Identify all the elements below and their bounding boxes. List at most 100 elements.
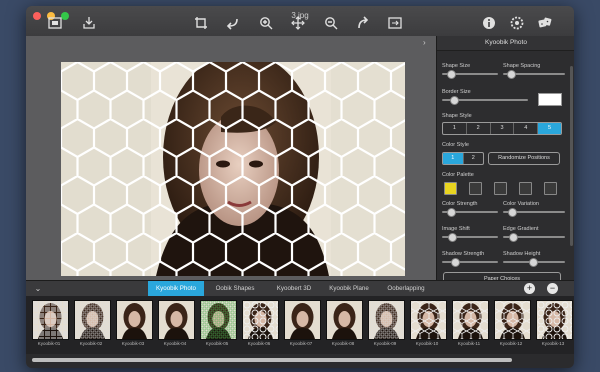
preset-thumbnail-label: Kyoobik-13 [541,341,565,346]
add-preset-button[interactable]: + [524,283,535,294]
preset-thumbnail-label: Kyoobik-07 [289,341,313,346]
slider-knob[interactable] [447,70,456,79]
border-size-slider[interactable] [442,96,528,105]
edge-gradient-slider[interactable] [503,233,565,242]
preset-thumbnail-label: Kyoobik-09 [373,341,397,346]
image-shift-label: Image Shift [442,226,470,232]
strip-scrollbar-thumb[interactable] [32,358,512,362]
palette-swatch[interactable] [444,182,457,195]
redo-icon[interactable] [356,16,370,30]
shape-style-option[interactable]: 2 [467,123,491,134]
slider-knob[interactable] [450,96,459,105]
image-shift-slider[interactable] [442,233,498,242]
preset-thumbnail[interactable] [284,300,321,340]
preset-thumbnail[interactable] [74,300,111,340]
preset-thumbnail-label: Kyoobik-06 [247,341,271,346]
preset-thumbnail[interactable] [326,300,363,340]
preset-thumbnail-label: Kyoobik-05 [205,341,229,346]
slider-knob[interactable] [508,208,517,217]
preset-thumbnail[interactable] [410,300,447,340]
shadow-height-slider[interactable] [503,258,565,267]
color-style-option[interactable]: 2 [464,153,484,164]
palette-swatch[interactable] [469,182,482,195]
color-variation-label: Color Variation [503,201,539,207]
preset-thumbnail[interactable] [536,300,573,340]
shape-size-slider[interactable] [442,70,498,79]
slider-knob[interactable] [529,258,538,267]
settings-icon[interactable] [510,16,524,30]
shape-style-option[interactable]: 1 [443,123,467,134]
shape-style-option-selected[interactable]: 5 [538,123,561,134]
shape-spacing-slider[interactable] [503,70,565,79]
shadow-strength-slider[interactable] [442,258,498,267]
color-strength-slider[interactable] [442,208,498,217]
fit-view-icon[interactable] [388,16,402,30]
shape-style-option[interactable]: 4 [514,123,539,134]
preset-thumbnail-label: Kyoobik-01 [37,341,61,346]
preset-thumbnail[interactable] [158,300,195,340]
preset-thumbnail-label: Kyoobik-10 [415,341,439,346]
randomize-positions-button[interactable]: Randomize Positions [488,152,560,165]
preview-image[interactable] [61,62,405,276]
preset-tabs-bar: ⌄ Kyoobik Photo Oobik Shapes Kyoobert 3D… [26,280,574,297]
settings-panel: › Kyoobik Photo Shape Size Shape Spacing… [423,36,574,286]
preset-thumbnail[interactable] [116,300,153,340]
tab-kyoobik-plane[interactable]: Kyoobik Plane [322,281,376,296]
undo-icon[interactable] [226,16,240,30]
preset-thumbnail[interactable] [494,300,531,340]
preset-thumbnail-label: Kyoobik-08 [331,341,355,346]
color-strength-label: Color Strength [442,201,478,207]
color-style-label: Color Style [442,142,469,148]
border-size-label: Border Size [442,89,471,95]
preset-thumbnail-label: Kyoobik-04 [163,341,187,346]
remove-preset-button[interactable]: − [547,283,558,294]
preset-thumbnail-strip: Kyoobik-01 Kyoobik-02 Kyoobik-03 Kyoobik-04… [26,296,574,354]
image-view-icon[interactable] [48,16,62,30]
shape-spacing-label: Shape Spacing [503,63,541,69]
shadow-height-label: Shadow Height [503,251,541,257]
random-dice-icon[interactable] [538,16,552,30]
preset-thumbnail[interactable] [368,300,405,340]
edge-gradient-label: Edge Gradient [503,226,539,232]
slider-knob[interactable] [448,233,457,242]
preset-thumbnail-label: Kyoobik-11 [457,341,481,346]
color-style-segmented[interactable]: 1 2 [442,152,484,165]
shape-size-label: Shape Size [442,63,471,69]
move-icon[interactable] [291,16,305,30]
preset-thumbnail[interactable] [200,300,237,340]
tab-kyoobert-3d[interactable]: Kyoobert 3D [266,281,322,296]
info-icon[interactable] [482,16,496,30]
shape-style-segmented[interactable]: 1 2 3 4 5 [442,122,562,135]
panel-title: Kyoobik Photo [485,39,527,46]
tab-kyoobik-photo[interactable]: Kyoobik Photo [148,281,204,296]
border-color-swatch[interactable] [538,93,562,106]
collapse-panel-icon[interactable]: › [423,36,426,50]
tab-ooberlapping[interactable]: Ooberlapping [376,281,436,296]
collapse-strip-icon[interactable]: ⌄ [32,281,44,296]
palette-swatch[interactable] [519,182,532,195]
crop-icon[interactable] [194,16,208,30]
tab-oobik-shapes[interactable]: Oobik Shapes [206,281,264,296]
palette-swatch[interactable] [544,182,557,195]
zoom-out-icon[interactable] [324,16,338,30]
preset-thumbnail[interactable] [452,300,489,340]
preset-thumbnail[interactable] [242,300,279,340]
shadow-strength-label: Shadow Strength [442,251,485,257]
slider-knob[interactable] [509,233,518,242]
slider-knob[interactable] [451,258,460,267]
zoom-in-icon[interactable] [259,16,273,30]
panel-scrollbar[interactable] [570,66,573,246]
image-canvas[interactable] [26,36,436,280]
import-icon[interactable] [82,16,96,30]
strip-scrollbar-track [26,354,574,368]
panel-header: › Kyoobik Photo [423,36,574,51]
shape-style-option[interactable]: 3 [491,123,515,134]
shape-style-label: Shape Style [442,113,472,119]
preset-thumbnail[interactable] [32,300,69,340]
slider-knob[interactable] [507,70,516,79]
preset-thumbnail-label: Kyoobik-02 [79,341,103,346]
slider-knob[interactable] [447,208,456,217]
palette-swatch[interactable] [494,182,507,195]
color-variation-slider[interactable] [503,208,565,217]
color-style-option-selected[interactable]: 1 [443,153,464,164]
